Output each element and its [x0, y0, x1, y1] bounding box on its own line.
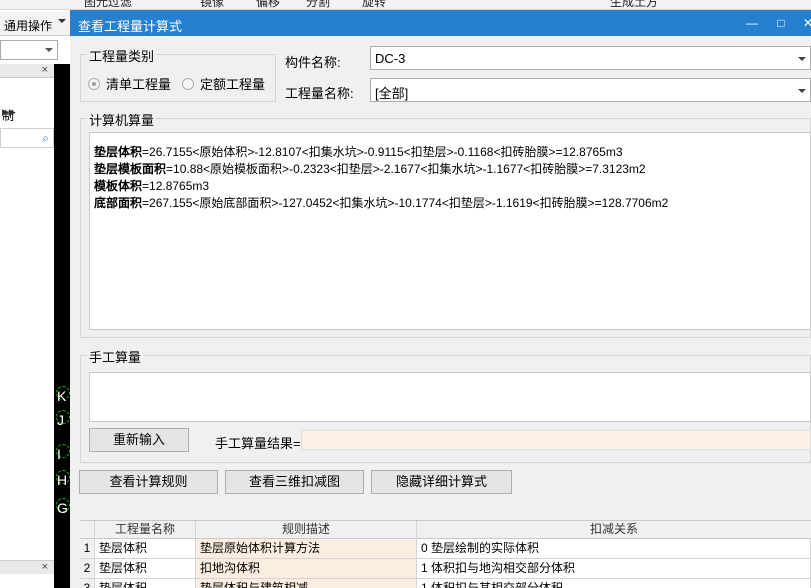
quantity-name-value: [全部] [375, 86, 409, 101]
tree-item[interactable]: 制 ▶▶ [0, 106, 54, 123]
row-number: 1 [80, 539, 95, 559]
hide-detail-formula-button[interactable]: 隐藏详细计算式 [371, 470, 512, 494]
panel-header: × [0, 64, 54, 78]
calc-line-name: 模板体积 [94, 179, 143, 193]
bottom-panel-header: × [0, 560, 54, 574]
radio-unselected-icon [182, 77, 194, 90]
calc-line-expr: =267.155<原始底部面积>-127.0452<扣集水坑>-10.1774<… [142, 196, 669, 210]
maximize-button[interactable]: □ [771, 14, 791, 32]
radio-selected-icon [88, 77, 100, 90]
computer-calc-textarea[interactable]: 垫层体积=26.7155<原始体积>-12.8107<扣集水坑>-0.9115<… [89, 132, 811, 330]
table-cell-desc[interactable]: 垫层原始体积计算方法 [196, 539, 417, 559]
close-icon[interactable]: × [42, 64, 48, 76]
axis-label: I [57, 446, 61, 462]
component-name-select[interactable]: DC-3 [370, 46, 811, 70]
radio-quota-quantity[interactable]: 定额工程量 [182, 74, 265, 93]
axis-label: G [57, 500, 68, 516]
dialog-title: 查看工程量计算式 [78, 19, 183, 34]
rules-table: 工程量名称 规则描述 扣减关系 1 垫层体积 垫层原始体积计算方法 0 垫层绘制… [80, 520, 811, 588]
header-deduction-relation[interactable]: 扣减关系 [417, 521, 811, 539]
chevron-down-icon [58, 19, 66, 23]
calc-line-name: 垫层体积 [94, 145, 143, 159]
axis-label: J [57, 412, 64, 428]
view-calc-rules-button[interactable]: 查看计算规则 [79, 470, 218, 494]
view-3d-deduction-button[interactable]: 查看三维扣减图 [225, 470, 364, 494]
toolbar-item-mirror[interactable]: 镜像 [200, 0, 224, 9]
radio-bill-quantity-label: 清单工程量 [106, 77, 172, 92]
calc-line: 垫层体积=26.7155<原始体积>-12.8107<扣集水坑>-0.9115<… [94, 143, 623, 160]
background-toolbar: 图元过滤 镜像 偏移 分割 旋转 生成土方 [0, 0, 811, 10]
table-cell-desc[interactable]: 垫层体积与建筑相减 [196, 579, 417, 588]
component-name-value: DC-3 [375, 51, 406, 66]
expand-arrow-icon: ▶▶ [2, 107, 16, 117]
table-cell-name[interactable]: 垫层体积 [95, 539, 196, 559]
manual-calc-legend: 手工算量 [87, 347, 144, 366]
general-operations-menu[interactable]: 通用操作 [0, 12, 70, 36]
chevron-down-icon [798, 89, 806, 93]
calc-line: 底部面积=267.155<原始底部面积>-127.0452<扣集水坑>-10.1… [94, 194, 668, 211]
header-rule-desc[interactable]: 规则描述 [196, 521, 417, 539]
quantity-category-legend: 工程量类别 [87, 46, 157, 65]
calc-line-expr: =10.88<原始模板面积>-0.2323<扣垫层>-2.1677<扣集水坑>-… [166, 162, 646, 176]
dialog-titlebar[interactable]: 查看工程量计算式 — □ ✕ [70, 10, 811, 36]
calc-line-name: 底部面积 [94, 196, 143, 210]
calc-line: 垫层模板面积=10.88<原始模板面积>-0.2323<扣垫层>-2.1677<… [94, 160, 646, 177]
table-cell-desc[interactable]: 扣地沟体积 [196, 559, 417, 579]
header-quantity-name[interactable]: 工程量名称 [95, 521, 196, 539]
close-button[interactable]: ✕ [798, 14, 811, 32]
calc-line: 模板体积=12.8765m3 [94, 177, 209, 194]
close-icon[interactable]: × [42, 561, 48, 573]
toolbar-item-rotate[interactable]: 旋转 [362, 0, 386, 9]
table-cell-relation[interactable]: 1 体积扣与其相交部分体积 [417, 579, 811, 588]
chevron-down-icon [798, 57, 806, 61]
radio-quota-quantity-label: 定额工程量 [200, 77, 266, 92]
radio-bill-quantity[interactable]: 清单工程量 [88, 74, 171, 93]
reenter-button[interactable]: 重新输入 [89, 428, 189, 452]
quantity-name-label: 工程量名称: [285, 86, 354, 101]
drawing-canvas[interactable]: K J I H G [54, 64, 70, 588]
table-cell-name[interactable]: 垫层体积 [95, 579, 196, 588]
row-number: 3 [80, 579, 95, 588]
row-number: 2 [80, 559, 95, 579]
chevron-down-icon [45, 48, 53, 52]
manual-calc-input[interactable] [89, 372, 811, 422]
manual-result-field [301, 430, 811, 450]
tree-search-input[interactable]: ⌕ [0, 128, 54, 148]
computer-calc-legend: 计算机算量 [87, 110, 157, 129]
general-operations-label: 通用操作 [4, 19, 53, 33]
background-combo[interactable] [0, 40, 58, 60]
calc-line-expr: =12.8765m3 [142, 179, 210, 193]
table-cell-relation[interactable]: 0 垫层绘制的实际体积 [417, 539, 811, 559]
table-cell-relation[interactable]: 1 体积扣与地沟相交部分体积 [417, 559, 811, 579]
toolbar-item-offset[interactable]: 偏移 [256, 0, 280, 9]
search-icon[interactable]: ⌕ [42, 131, 49, 146]
toolbar-item-generate-earthwork[interactable]: 生成土方 [610, 0, 658, 9]
calc-line-name: 垫层模板面积 [94, 162, 167, 176]
quantity-formula-dialog: 查看工程量计算式 — □ ✕ 工程量类别 清单工程量 定额工程量 构件名称: D… [70, 10, 811, 588]
axis-label: H [57, 472, 68, 488]
component-name-label: 构件名称: [285, 55, 341, 70]
toolbar-item-split[interactable]: 分割 [306, 0, 330, 9]
minimize-button[interactable]: — [742, 14, 762, 32]
axis-label: K [57, 388, 67, 404]
table-cell-name[interactable]: 垫层体积 [95, 559, 196, 579]
table-header: 工程量名称 规则描述 扣减关系 [80, 521, 811, 539]
header-row-num [80, 521, 95, 539]
quantity-name-select[interactable]: [全部] [370, 78, 811, 102]
toolbar-item-filter[interactable]: 图元过滤 [84, 0, 132, 9]
calc-line-expr: =26.7155<原始体积>-12.8107<扣集水坑>-0.9115<扣垫层>… [142, 145, 623, 159]
manual-result-label: 手工算量结果= [215, 436, 301, 451]
